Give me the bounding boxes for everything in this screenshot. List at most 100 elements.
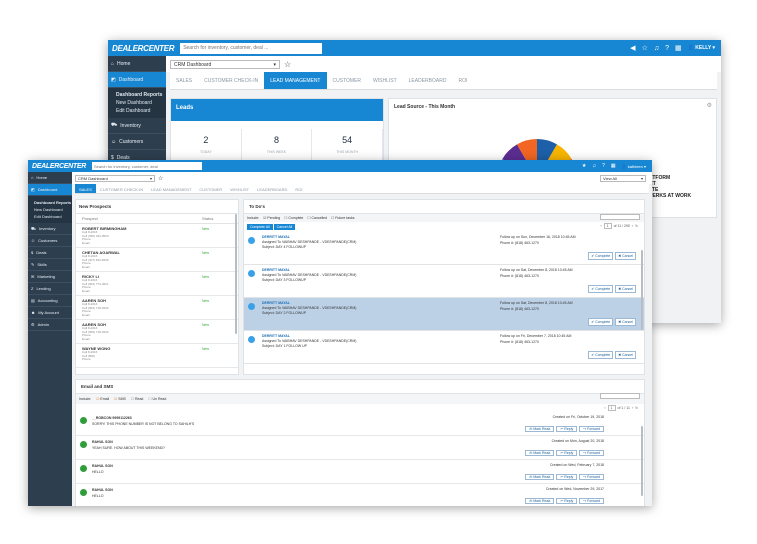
message-row[interactable]: RAHUL SON YEAH SURE. HOW ABOUT THIS WEEKE… [76, 436, 644, 460]
filter-read[interactable]: ☐ Read [131, 397, 144, 401]
complete-button[interactable]: ✔ Complete [588, 285, 614, 293]
prospect-row[interactable]: ROBERT BIRMINGHAM Call 8-2016 Cell (360) 3… [76, 224, 238, 248]
filter-cancelled[interactable]: ☐ Cancelled [307, 216, 327, 220]
cancel-all-button[interactable]: Cancel All [273, 224, 296, 230]
complete-button[interactable]: ✔ Complete [588, 252, 614, 260]
forward-button[interactable]: ↪ Forward [579, 426, 604, 432]
tab-wishlist[interactable]: WISHLIST [367, 72, 403, 89]
refresh-icon[interactable]: ↻ [635, 406, 638, 410]
tab-customer[interactable]: CUSTOMER [195, 184, 226, 193]
tab-leaderboard[interactable]: LEADERBOARD [253, 184, 291, 193]
view-select[interactable]: View All ▾ [600, 175, 646, 182]
page-input[interactable]: 1 [607, 405, 616, 411]
cancel-button[interactable]: ✖ Cancel [615, 252, 636, 260]
reply-button[interactable]: ↩ Reply [556, 474, 578, 480]
tab-lead-management[interactable]: LEAD MANAGEMENT [264, 72, 327, 89]
todo-row[interactable]: DERRITT MAYAL Assigned To VAIBHAV DESHPAN… [244, 265, 644, 298]
tab-wishlist[interactable]: WISHLIST [226, 184, 253, 193]
sidebar-item-admin[interactable]: ⚙ Admin [28, 319, 72, 331]
tab-customer[interactable]: CUSTOMER [327, 72, 368, 89]
sidebar-item-accounting[interactable]: ▤ Accounting [28, 295, 72, 307]
refresh-icon[interactable]: ↻ [635, 224, 638, 228]
sidebar-item-customers[interactable]: ☺ Customers [108, 134, 166, 150]
help-icon[interactable]: ? [602, 163, 605, 169]
mark-read-button[interactable]: ✉ Mark Read [525, 474, 555, 480]
sidebar-item-marketing[interactable]: ✉ Marketing [28, 271, 72, 283]
cancel-button[interactable]: ✖ Cancel [615, 351, 636, 359]
prospect-row[interactable]: WAYNE WONG Call 8-2016 Cell (800) Phone New [76, 344, 238, 368]
sidebar-item-inventory[interactable]: ⛟ Inventory [28, 223, 72, 235]
sidebar-item-skills[interactable]: ✎ Skills [28, 259, 72, 271]
todo-customer[interactable]: DERRITT MAYAL [262, 235, 641, 239]
tab-lead-management[interactable]: LEAD MANAGEMENT [147, 184, 195, 193]
complete-button[interactable]: ✔ Complete [588, 318, 614, 326]
sidebar-item-dashboard[interactable]: ◩ Dashboard [108, 72, 166, 88]
scrollbar[interactable] [235, 214, 237, 334]
help-icon[interactable]: ? [665, 45, 669, 52]
mark-read-button[interactable]: ✉ Mark Read [525, 498, 555, 504]
announce-icon[interactable]: ◀ [630, 44, 635, 52]
favorite-star-icon[interactable]: ☆ [158, 175, 163, 182]
grid-icon[interactable]: ▦ [611, 163, 616, 169]
subnav-item[interactable]: Dashboard Reports [34, 199, 72, 206]
filter-un-read[interactable]: ☐ Un Read [148, 397, 166, 401]
favorite-star-icon[interactable]: ☆ [284, 60, 291, 69]
sidebar-item-dashboard[interactable]: ◩ Dashboard [28, 184, 72, 196]
todo-row[interactable]: DERRITT MAYAL Assigned To VAIBHAV DESHPAN… [244, 298, 644, 331]
tab-customer-check-in[interactable]: CUSTOMER CHECK-IN [96, 184, 147, 193]
todo-search[interactable] [600, 214, 640, 220]
filter-email[interactable]: ☑ Email [96, 397, 109, 401]
mark-read-button[interactable]: ✉ Mark Read [525, 426, 555, 432]
todo-row[interactable]: DERRITT MAYAL Assigned To VAIBHAV DESHPAN… [244, 232, 644, 265]
todo-customer[interactable]: DERRITT MAYAL [262, 334, 641, 338]
message-row[interactable]: RAHUL SON HELLO Created on Wed, February 7… [76, 460, 644, 484]
subnav-item[interactable]: New Dashboard [34, 206, 72, 213]
prospect-row[interactable]: RICKY LI Call 8-2016 Cell (904) 774-4621 Ph… [76, 272, 238, 296]
sidebar-item-lending[interactable]: Z Lending [28, 283, 72, 295]
complete-button[interactable]: ✔ Complete [588, 351, 614, 359]
filter-sms[interactable]: ☑ SMS [114, 397, 126, 401]
prospect-row[interactable]: AAREN SOH Call 8-2016 Cell (904) 718-3232 P… [76, 296, 238, 320]
sidebar-item-deals[interactable]: $ Deals [28, 247, 72, 259]
bell-icon[interactable]: ♫ [654, 45, 659, 52]
sidebar-item-home[interactable]: ⌂ Home [108, 56, 166, 72]
message-row[interactable]: __ROBCON 9999112263 SORRY! THIS PHONE NUM… [76, 412, 644, 436]
grid-icon[interactable]: ▦ [675, 44, 682, 52]
subnav-item[interactable]: Edit Dashboard [34, 213, 72, 220]
prev-icon[interactable]: ‹ [604, 406, 605, 410]
message-row[interactable]: RAHUL SON HELLO Created on Wed, November 2… [76, 484, 644, 506]
star-icon[interactable]: ★ [582, 163, 586, 169]
user-menu[interactable]: 👤 kathleen ▾ [622, 164, 646, 169]
subnav-item[interactable]: Dashboard Reports [116, 91, 166, 99]
scrollbar[interactable] [641, 426, 643, 496]
next-icon[interactable]: › [632, 224, 633, 228]
reply-button[interactable]: ↩ Reply [556, 426, 578, 432]
filter-future-tasks[interactable]: ☐ Future tasks [331, 216, 354, 220]
sidebar-item-inventory[interactable]: ⛟ Inventory [108, 118, 166, 134]
filter-pending[interactable]: ☑ Pending [263, 216, 280, 220]
reply-button[interactable]: ↩ Reply [556, 450, 578, 456]
tab-roi[interactable]: ROI [452, 72, 473, 89]
page-input[interactable]: 1 [603, 223, 612, 229]
tab-sales[interactable]: SALES [75, 184, 96, 193]
sidebar-item-my-account[interactable]: ☻ My Account [28, 307, 72, 319]
subnav-item[interactable]: New Dashboard [116, 99, 166, 107]
tab-customer-check-in[interactable]: CUSTOMER CHECK-IN [198, 72, 264, 89]
subnav-item[interactable]: Edit Dashboard [116, 107, 166, 115]
user-menu[interactable]: 👤 KELLY ▾ [688, 45, 715, 51]
sidebar-item-home[interactable]: ⌂ Home [28, 172, 72, 184]
prev-icon[interactable]: ‹ [600, 224, 601, 228]
prospect-row[interactable]: AAREN SOH Call 8-2016 Cell (909) 718-3232 P… [76, 320, 238, 344]
search-input[interactable] [180, 42, 323, 54]
scrollbar[interactable] [641, 250, 643, 330]
todo-row[interactable]: DERRITT MAYAL Assigned To VAIBHAV DESHPAN… [244, 331, 644, 364]
forward-button[interactable]: ↪ Forward [579, 498, 604, 504]
todo-customer[interactable]: DERRITT MAYAL [262, 301, 641, 305]
tab-leaderboard[interactable]: LEADERBOARD [403, 72, 453, 89]
mark-read-button[interactable]: ✉ Mark Read [525, 450, 555, 456]
bell-icon[interactable]: ♫ [592, 163, 596, 169]
forward-button[interactable]: ↪ Forward [579, 474, 604, 480]
settings-icon[interactable]: ⚙ [707, 102, 712, 109]
sms-search[interactable] [600, 393, 640, 399]
dashboard-select[interactable]: CRM Dashboard ▾ [75, 174, 155, 182]
